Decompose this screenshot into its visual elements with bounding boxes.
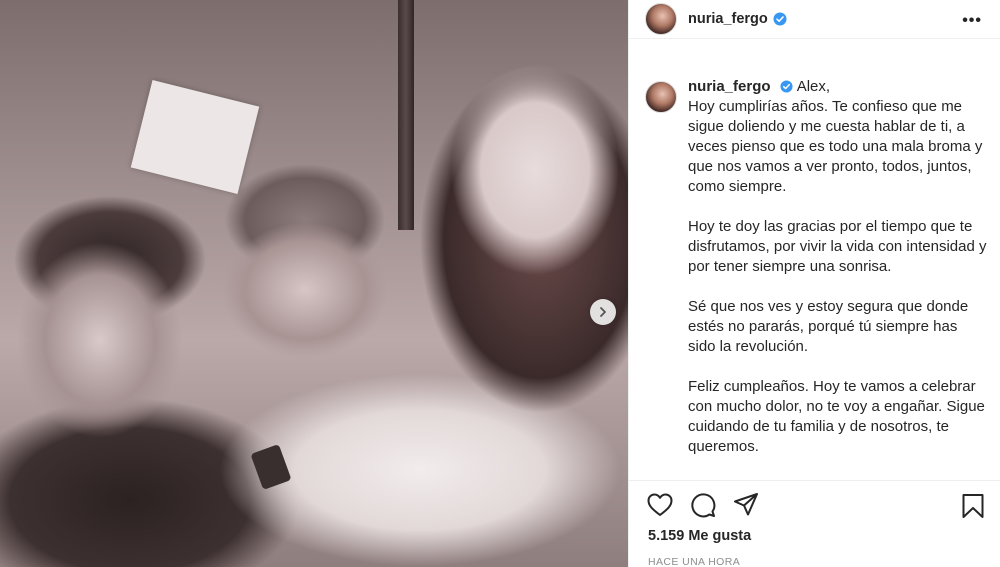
verified-badge-icon: [773, 12, 787, 26]
avatar[interactable]: [645, 3, 677, 35]
caption-paragraph-text: Alex, Hoy cumplirías años. Te confieso q…: [688, 78, 983, 195]
post-timestamp[interactable]: HACE UNA HORA: [648, 556, 740, 567]
caption-avatar[interactable]: [645, 81, 677, 113]
caption-paragraph-2: Hoy te doy las gracias por el tiempo que…: [688, 218, 987, 275]
post-header: nuria_fergo •••: [629, 0, 1000, 39]
more-options-button[interactable]: •••: [962, 12, 982, 30]
heart-icon: [647, 493, 673, 516]
share-icon: [734, 492, 758, 515]
photo-watch: [250, 444, 292, 490]
next-image-button[interactable]: [590, 299, 616, 325]
post-image[interactable]: [0, 0, 628, 567]
caption-text: nuria_fergo Alex, Hoy cumplirías años. T…: [688, 77, 988, 477]
photo-paper-sheet: [130, 80, 260, 194]
photo-pole: [398, 0, 414, 230]
caption-paragraph-3: Sé que nos ves y estoy segura que donde …: [688, 298, 969, 355]
caption-paragraph-4: Feliz cumpleaños. Hoy te vamos a celebra…: [688, 378, 985, 455]
header-username[interactable]: nuria_fergo: [688, 11, 768, 27]
comment-button[interactable]: [690, 492, 716, 518]
post-sidebar: nuria_fergo ••• nuria_fergo Alex, Hoy cu…: [628, 0, 1000, 567]
like-count[interactable]: 5.159 Me gusta: [648, 528, 751, 544]
save-button[interactable]: [961, 493, 985, 524]
bookmark-icon: [962, 494, 984, 518]
action-bar: [629, 480, 1000, 528]
comment-icon: [691, 492, 716, 517]
caption-username[interactable]: nuria_fergo: [688, 78, 771, 95]
caption-paragraph-1: nuria_fergo Alex, Hoy cumplirías años. T…: [688, 77, 988, 197]
like-button[interactable]: [647, 493, 673, 517]
share-button[interactable]: [733, 492, 759, 518]
verified-badge-icon: [780, 80, 793, 93]
chevron-right-icon: [600, 307, 606, 317]
caption-row: nuria_fergo Alex, Hoy cumplirías años. T…: [629, 77, 1000, 477]
caption-area: nuria_fergo Alex, Hoy cumplirías años. T…: [629, 77, 1000, 479]
